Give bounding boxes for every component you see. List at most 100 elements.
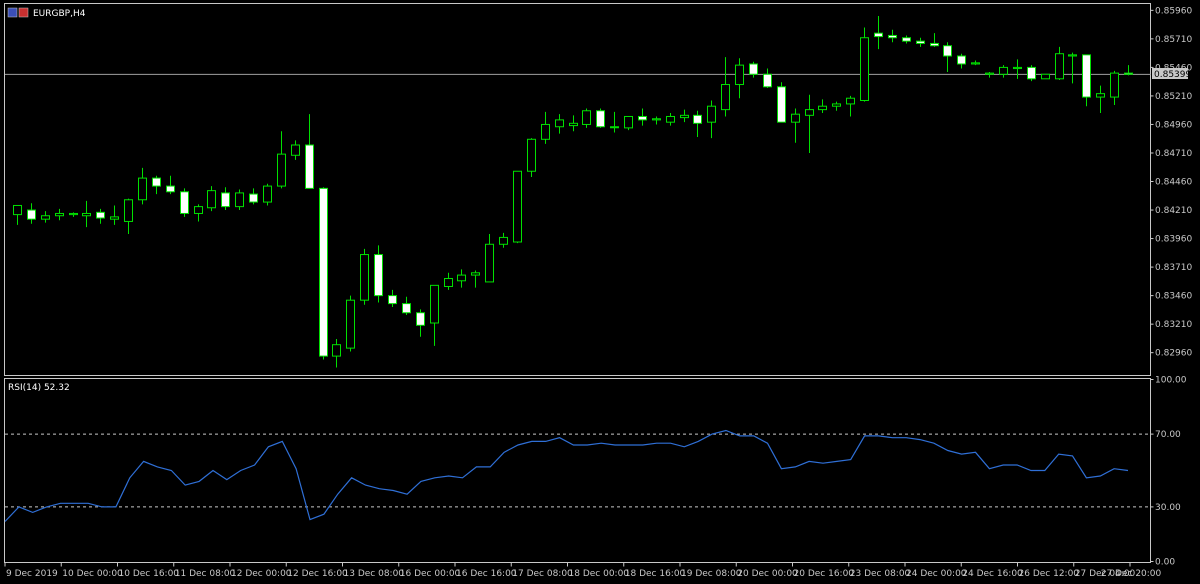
candle [402,296,411,316]
candle-body-bear [1027,66,1036,80]
candle-body-bear [388,295,397,305]
candle-body-bear [957,55,966,65]
candle-body-bull [860,37,869,101]
candle-body-bull [818,105,827,111]
current-price-tag-label: 0.85399 [1154,70,1191,80]
candle [346,295,355,352]
candle-body-bull [291,144,300,156]
time-axis: 9 Dec 2019 10 Dec 00:0010 Dec 16:0011 Dec… [4,562,1162,579]
time-tick-label: 20 Dec 16:00 [794,569,855,579]
candle-body-bull [138,177,147,201]
candle-body-bull [652,118,661,121]
time-tick-label: 24 Dec 16:00 [962,569,1023,579]
price-tick-label: 0.83710 [1155,263,1192,273]
candle-body-bear [902,37,911,42]
rsi-tick-label: 0.00 [1155,558,1175,568]
candle-body-bull [430,284,439,324]
candle-body-bull [346,299,355,349]
candle [499,232,508,248]
candle-body-bull [41,215,50,220]
candle [860,27,869,102]
candle-body-bull [707,105,716,123]
candle [805,94,814,153]
price-tick-label: 0.84960 [1155,120,1192,130]
candle-body-bull [471,272,480,276]
candle [999,65,1008,78]
candle-body-bull [1013,66,1022,70]
symbol-label: EURGBP,H4 [33,9,86,19]
candle [1055,46,1064,80]
candle [777,82,786,123]
candle-body-bull [207,190,216,209]
candle [832,101,841,111]
candle-body-bull [735,64,744,86]
candle-body-bull [194,206,203,214]
candle-body-bear [249,193,258,203]
candle [1082,54,1091,107]
candle-body-bull [499,236,508,245]
candle [874,16,883,50]
time-tick-label: 27 Dec 20:00 [1101,569,1162,579]
candle-body-bull [582,110,591,125]
candle [13,204,22,225]
candle [138,167,147,205]
candle [541,111,550,144]
candle [582,108,591,128]
candle [69,212,78,217]
time-tick-label: 16 Dec 16:00 [456,569,517,579]
candle-body-bull [82,212,91,217]
candle-body-bear [749,63,758,75]
candle [485,234,494,283]
candle-body-bull [69,212,78,216]
rsi-axis: 100.00 70.00 30.00 0.00 [1150,376,1187,568]
candle-body-bull [527,138,536,172]
candle-body-bear [305,144,314,189]
candle [707,100,716,139]
candle-body-bear [319,187,328,357]
time-tick-label: 20 Dec 00:00 [737,569,798,579]
candlestick-series [13,16,1133,368]
candle-body-bull [971,62,980,65]
candle [194,204,203,222]
candle [457,269,466,288]
candle-body-bull [513,170,522,243]
time-tick-label: 17 Dec 08:00 [512,569,573,579]
rsi-tick-label: 30.00 [1155,503,1181,513]
candle [235,189,244,211]
candle [249,188,258,205]
candle [735,58,744,99]
candle-body-bear [916,40,925,44]
candle [846,95,855,117]
candle [319,187,328,360]
time-tick-label: 12 Dec 00:00 [231,569,292,579]
price-tick-label: 0.84210 [1155,206,1192,216]
candle [305,114,314,189]
candle [110,205,119,225]
candle [41,211,50,223]
current-price-tag: 0.85399 [1152,68,1191,80]
candle-body-bull [846,97,855,105]
candle [1013,59,1022,79]
candle-body-bull [263,185,272,203]
candle [27,203,36,224]
time-tick-label: 11 Dec 08:00 [175,569,236,579]
candle-body-bull [555,119,564,128]
price-tick-label: 0.83210 [1155,320,1192,330]
price-tick-label: 0.82960 [1155,349,1192,359]
candle-body-bear [27,209,36,220]
candle [374,245,383,303]
candle [152,175,161,195]
candle [444,272,453,290]
candle-body-bull [1110,72,1119,98]
price-tick-label: 0.85210 [1155,92,1192,102]
candle [1027,65,1036,82]
candle-body-bull [444,278,453,287]
candle-body-bear [1124,72,1133,75]
candle-body-bear [180,191,189,214]
candle-body-bear [152,177,161,187]
candle [610,111,619,133]
candle-body-bear [777,86,786,123]
time-tick-label: 23 Dec 08:00 [850,569,911,579]
price-tick-label: 0.85960 [1155,6,1192,16]
candle-body-bear [1082,54,1091,98]
